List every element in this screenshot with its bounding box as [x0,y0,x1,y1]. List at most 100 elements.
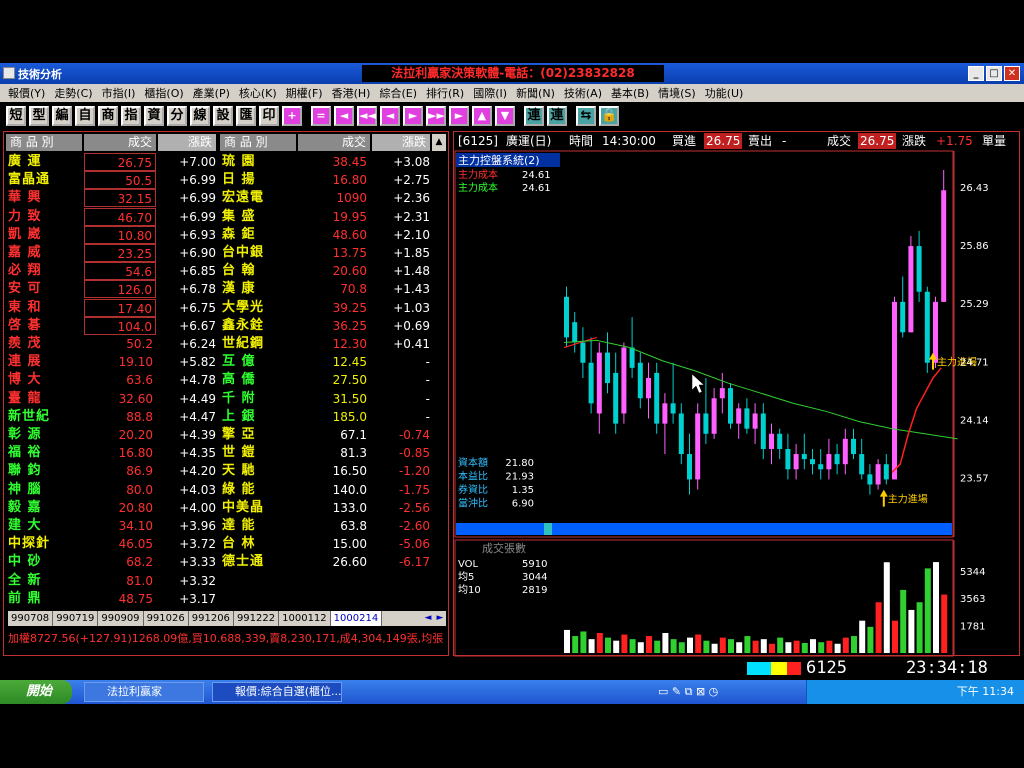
quick-launch-icons[interactable]: ▭ ✎ ⧉ ⊠ ◷ [658,685,738,699]
sheet-tab-991026[interactable]: 991026 [144,611,189,626]
toolbar-button-11[interactable]: 印 [259,106,279,126]
col-header-name[interactable]: 商 品 別 [6,134,82,151]
toolbar-button-6[interactable]: 資 [144,106,164,126]
toolbar-button-13[interactable]: = [311,106,331,126]
quote-left-row-11-name[interactable]: 連 展 [8,353,82,371]
quote-right-row-6-name[interactable]: 台 翰 [222,262,296,280]
close-button[interactable]: ✕ [1004,66,1020,81]
quote-left-row-21-name[interactable]: 中探針 [8,535,82,553]
toolbar-button-4[interactable]: 商 [98,106,118,126]
toolbar-button-23[interactable]: 連 [547,106,567,126]
quote-left-row-0-name[interactable]: 廣 運 [8,153,82,171]
quote-left-row-23-name[interactable]: 全 新 [8,572,82,590]
toolbar-button-8[interactable]: 線 [190,106,210,126]
quote-left-row-9-name[interactable]: 啓 碁 [8,317,82,335]
quote-right-row-4-name[interactable]: 森 鉅 [222,226,296,244]
quote-left-row-16-name[interactable]: 福 裕 [8,444,82,462]
quote-right-row-14-name[interactable]: 上 銀 [222,408,296,426]
quote-right-row-5-name[interactable]: 台中銀 [222,244,296,262]
quote-right-row-16-name[interactable]: 世 鎧 [222,444,296,462]
tab-scroll-right-button[interactable]: ► [434,611,446,626]
toolbar-button-7[interactable]: 分 [167,106,187,126]
toolbar-button-14[interactable]: ◄ [334,106,354,126]
menu-item-13[interactable]: 基本(B) [607,85,653,101]
col-header-price[interactable]: 成交 [84,134,156,151]
sheet-tab-990708[interactable]: 990708 [8,611,54,626]
volume-chart[interactable]: 成交張數 VOL 5910 均5 3044 均10 2819 5344 3563 1… [454,539,1019,657]
price-chart[interactable]: 主力控盤系統(2) 主力成本 24.61 主力成本 24.61 資本額 21.80… [454,150,1019,538]
quote-left-row-2-name[interactable]: 華 興 [8,189,82,207]
toolbar-button-21[interactable]: ▼ [495,106,515,126]
col-header-change[interactable]: 漲跌 [158,134,216,151]
toolbar-button-25[interactable]: 🔒 [599,106,619,126]
menu-item-12[interactable]: 技術(A) [560,85,606,101]
quote-right-row-22-name[interactable]: 德士通 [222,553,296,571]
quote-left-row-13-name[interactable]: 臺 龍 [8,390,82,408]
quote-right-row-11-name[interactable]: 互 億 [222,353,296,371]
quote-right-row-18-name[interactable]: 綠 能 [222,481,296,499]
quote-left-row-4-name[interactable]: 凱 崴 [8,226,82,244]
quote-right-row-17-name[interactable]: 天 馳 [222,462,296,480]
quote-right-row-8-name[interactable]: 大學光 [222,299,296,317]
toolbar-button-5[interactable]: 指 [121,106,141,126]
toolbar-button-9[interactable]: 設 [213,106,233,126]
toolbar-button-0[interactable]: 短 [6,106,26,126]
quote-right-row-0-name[interactable]: 琉 園 [222,153,296,171]
quote-left-row-20-name[interactable]: 建 大 [8,517,82,535]
menu-item-6[interactable]: 期權(F) [282,85,327,101]
quote-left-row-15-name[interactable]: 彰 源 [8,426,82,444]
quote-left-row-19-name[interactable]: 毅 嘉 [8,499,82,517]
quote-right-row-7-name[interactable]: 漢 康 [222,280,296,298]
menu-item-5[interactable]: 核心(K) [235,85,281,101]
menu-item-3[interactable]: 櫃指(O) [140,85,187,101]
quote-left-row-24-name[interactable]: 前 鼎 [8,590,82,608]
quote-right-row-15-name[interactable]: 擎 亞 [222,426,296,444]
quote-left-row-5-name[interactable]: 嘉 威 [8,244,82,262]
sheet-tab-991206[interactable]: 991206 [189,611,234,626]
toolbar-button-12[interactable]: + [282,106,302,126]
quote-left-row-6-name[interactable]: 必 翔 [8,262,82,280]
quote-left-row-18-name[interactable]: 神 腦 [8,481,82,499]
toolbar-button-24[interactable]: ⇆ [576,106,596,126]
quote-right-row-9-name[interactable]: 鑫永銓 [222,317,296,335]
sheet-tab-990719[interactable]: 990719 [53,611,99,626]
scrollbar-thumb[interactable] [544,523,552,535]
minimize-button[interactable]: _ [968,66,984,81]
menu-item-4[interactable]: 產業(P) [189,85,234,101]
start-button[interactable]: 開始 [0,680,72,704]
taskbar-item-quotes[interactable]: 報價:綜合自選(櫃位... [212,682,342,702]
sheet-tab-1000214[interactable]: 1000214 [330,611,383,626]
quote-left-row-7-name[interactable]: 安 可 [8,280,82,298]
menu-item-2[interactable]: 市指(I) [98,85,140,101]
quote-right-row-21-name[interactable]: 台 林 [222,535,296,553]
menu-item-7[interactable]: 香港(H) [328,85,375,101]
toolbar-button-10[interactable]: 匯 [236,106,256,126]
quote-left-row-17-name[interactable]: 聯 鈞 [8,462,82,480]
taskbar-item-ferrari[interactable]: 法拉利贏家 [84,682,204,702]
col-header-price-2[interactable]: 成交 [298,134,370,151]
col-header-change-2[interactable]: 漲跌 [372,134,430,151]
sheet-tab-991222[interactable]: 991222 [234,611,280,626]
scroll-up-arrow[interactable]: ▲ [432,134,446,151]
quote-right-row-20-name[interactable]: 達 能 [222,517,296,535]
quote-left-row-14-name[interactable]: 新世紀 [8,408,82,426]
toolbar-button-2[interactable]: 編 [52,106,72,126]
toolbar-button-16[interactable]: ◄ [380,106,400,126]
time-scrollbar[interactable] [456,523,952,535]
toolbar-button-18[interactable]: ►► [426,106,446,126]
sheet-tab-990909[interactable]: 990909 [98,611,144,626]
menu-item-8[interactable]: 綜合(E) [375,85,421,101]
indicator-title[interactable]: 主力控盤系統(2) [458,153,540,167]
quote-left-row-12-name[interactable]: 博 大 [8,371,82,389]
quote-right-row-19-name[interactable]: 中美晶 [222,499,296,517]
menu-item-0[interactable]: 報價(Y) [4,85,49,101]
toolbar-button-1[interactable]: 型 [29,106,49,126]
quote-left-row-10-name[interactable]: 羨 茂 [8,335,82,353]
quote-left-row-3-name[interactable]: 力 致 [8,208,82,226]
toolbar-button-22[interactable]: 連 [524,106,544,126]
quote-right-row-10-name[interactable]: 世紀鋼 [222,335,296,353]
quote-right-row-12-name[interactable]: 高 僑 [222,371,296,389]
toolbar-button-15[interactable]: ◄◄ [357,106,377,126]
quote-left-row-22-name[interactable]: 中 砂 [8,553,82,571]
col-header-name-2[interactable]: 商 品 別 [220,134,296,151]
